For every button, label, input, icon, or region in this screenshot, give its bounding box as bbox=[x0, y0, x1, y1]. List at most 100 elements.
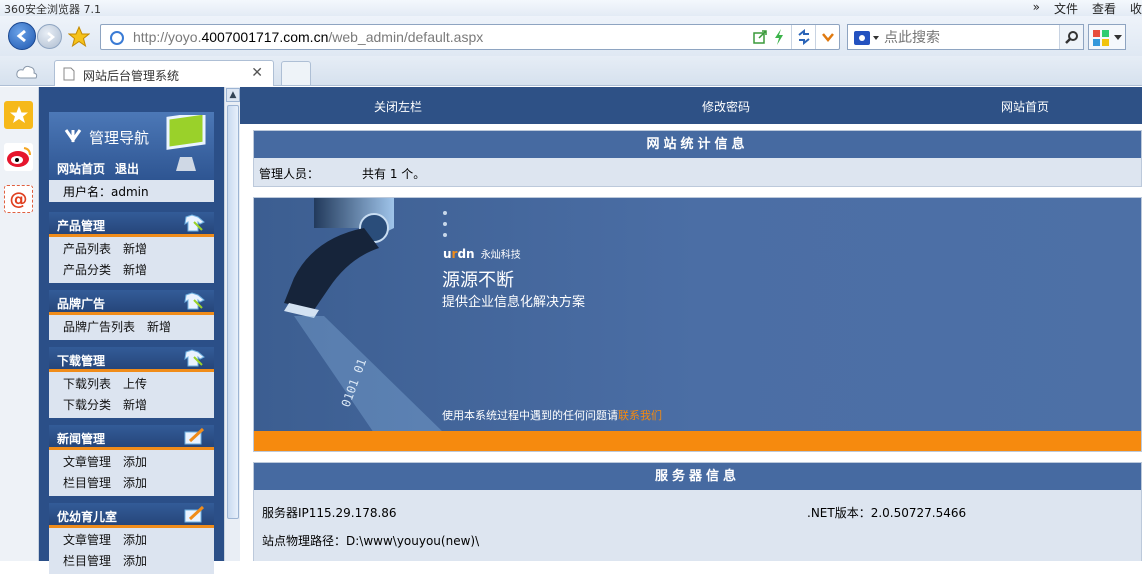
list-item: 栏目管理 添加 bbox=[49, 551, 214, 572]
list-item: 文章管理 添加 bbox=[49, 452, 214, 473]
server-ip: 服务器IP115.29.178.86 bbox=[262, 506, 397, 520]
search-box bbox=[847, 24, 1084, 50]
browser-titlebar: 360安全浏览器 7.1 » 文件 查看 收 bbox=[0, 0, 1142, 16]
group-header[interactable]: 产品管理 bbox=[49, 212, 214, 234]
parenting-article-add-link[interactable]: 添加 bbox=[123, 533, 147, 547]
nav-logout-link[interactable]: 退出 bbox=[115, 160, 139, 177]
brand-ad-list-link[interactable]: 品牌广告列表 bbox=[63, 320, 135, 334]
list-item: 下载列表 上传 bbox=[49, 374, 214, 395]
address-toolbar: http://yoyo.4007001717.com.cn/web_admin/… bbox=[0, 16, 1142, 56]
group-header[interactable]: 优幼育儿室 bbox=[49, 503, 214, 525]
top-nav: 关闭左栏 修改密码 网站首页 bbox=[240, 87, 1142, 124]
nav-group-downloads: 下载管理 下载列表 上传 下载分类 新增 bbox=[49, 347, 214, 418]
shirt-icon bbox=[184, 349, 205, 367]
left-frame-scrollbar[interactable]: ▲ bbox=[224, 87, 240, 561]
list-item: 产品分类 新增 bbox=[49, 260, 214, 281]
brand-ad-add-link[interactable]: 新增 bbox=[147, 320, 171, 334]
back-arrow-icon bbox=[16, 29, 26, 43]
star-icon bbox=[9, 106, 28, 123]
sidebar-favorites-button[interactable] bbox=[4, 101, 33, 129]
page-icon bbox=[63, 67, 75, 81]
apps-button[interactable] bbox=[1088, 24, 1126, 50]
close-tab-icon[interactable]: ✕ bbox=[251, 65, 263, 81]
new-tab-button[interactable] bbox=[281, 61, 311, 86]
stats-label: 管理人员： bbox=[259, 167, 320, 181]
news-article-link[interactable]: 文章管理 bbox=[63, 455, 111, 469]
lightning-icon[interactable] bbox=[773, 29, 785, 45]
search-engine-icon[interactable] bbox=[854, 30, 880, 46]
arrow-down-icon bbox=[64, 129, 82, 143]
stats-title: 网站统计信息 bbox=[254, 131, 1141, 158]
group-header[interactable]: 新闻管理 bbox=[49, 425, 214, 447]
magnifier-icon bbox=[1065, 31, 1078, 44]
list-item: 产品列表 新增 bbox=[49, 239, 214, 260]
favorite-star-icon[interactable] bbox=[68, 26, 90, 48]
category-add-link[interactable]: 新增 bbox=[123, 263, 147, 277]
nav-header-title: 管理导航 bbox=[89, 129, 150, 147]
news-column-link[interactable]: 栏目管理 bbox=[63, 476, 111, 490]
tab-admin[interactable]: 网站后台管理系统 ✕ bbox=[54, 60, 274, 86]
group-header[interactable]: 品牌广告 bbox=[49, 290, 214, 312]
weibo-icon bbox=[6, 147, 31, 167]
site-home-link[interactable]: 网站首页 bbox=[1001, 98, 1049, 115]
change-password-link[interactable]: 修改密码 bbox=[702, 98, 750, 115]
group-header[interactable]: 下载管理 bbox=[49, 347, 214, 369]
menu-view[interactable]: 查看 bbox=[1092, 0, 1116, 17]
nav-header: 管理导航 网站首页 退出 bbox=[49, 112, 214, 180]
back-button[interactable] bbox=[8, 22, 36, 50]
contact-us-link[interactable]: 联系我们 bbox=[618, 409, 662, 422]
note-pencil-icon bbox=[184, 427, 205, 445]
page-globe-icon bbox=[110, 31, 124, 45]
url-input[interactable]: http://yoyo.4007001717.com.cn/web_admin/… bbox=[100, 24, 840, 50]
server-title: 服务器信息 bbox=[254, 463, 1141, 490]
server-panel: 服务器信息 服务器IP115.29.178.86 .NET版本：2.0.5072… bbox=[253, 462, 1142, 561]
forward-button[interactable] bbox=[37, 24, 62, 49]
banner-help: 使用本系统过程中遇到的任何问题请联系我们 bbox=[442, 409, 662, 422]
download-category-add-link[interactable]: 新增 bbox=[123, 398, 147, 412]
stats-value: 共有 1 个。 bbox=[362, 167, 426, 181]
news-column-add-link[interactable]: 添加 bbox=[123, 476, 147, 490]
banner-slogan: 源源不断 bbox=[442, 270, 514, 291]
forward-arrow-icon bbox=[46, 31, 55, 42]
nav-home-link[interactable]: 网站首页 bbox=[57, 160, 105, 177]
at-icon: @ bbox=[9, 188, 28, 210]
nav-group-parenting: 优幼育儿室 文章管理 添加 栏目管理 添加 bbox=[49, 503, 214, 574]
upload-link[interactable]: 上传 bbox=[123, 377, 147, 391]
main-content: 关闭左栏 修改密码 网站首页 网站统计信息 管理人员： 共有 1 个。 0101… bbox=[240, 87, 1142, 561]
sidebar-mail-button[interactable]: @ bbox=[4, 185, 33, 213]
scroll-up-icon[interactable]: ▲ bbox=[226, 88, 240, 102]
product-category-link[interactable]: 产品分类 bbox=[63, 263, 111, 277]
list-item: 品牌广告列表 新增 bbox=[49, 317, 214, 338]
download-list-link[interactable]: 下载列表 bbox=[63, 377, 111, 391]
nav-group-news: 新闻管理 文章管理 添加 栏目管理 添加 bbox=[49, 425, 214, 496]
product-list-link[interactable]: 产品列表 bbox=[63, 242, 111, 256]
refresh-icon bbox=[798, 29, 810, 45]
physical-path: 站点物理路径：D:\www\youyou(new)\ bbox=[262, 534, 480, 548]
parenting-article-link[interactable]: 文章管理 bbox=[63, 533, 111, 547]
note-pencil-icon bbox=[184, 505, 205, 523]
close-left-link[interactable]: 关闭左栏 bbox=[374, 98, 422, 115]
browser-sidebar: @ bbox=[0, 87, 39, 561]
scroll-thumb[interactable] bbox=[227, 105, 239, 519]
news-article-add-link[interactable]: 添加 bbox=[123, 455, 147, 469]
parenting-column-add-link[interactable]: 添加 bbox=[123, 554, 147, 568]
refresh-button[interactable] bbox=[791, 25, 815, 49]
menu-more[interactable]: » bbox=[1033, 0, 1040, 17]
cloud-icon[interactable] bbox=[16, 64, 38, 80]
menu-favorites[interactable]: 收 bbox=[1130, 0, 1142, 17]
search-button[interactable] bbox=[1059, 25, 1083, 49]
download-category-link[interactable]: 下载分类 bbox=[63, 398, 111, 412]
parenting-column-link[interactable]: 栏目管理 bbox=[63, 554, 111, 568]
search-input[interactable] bbox=[884, 28, 1054, 46]
brand-name: 永灿科技 bbox=[480, 250, 521, 261]
username-row: 用户名：admin bbox=[49, 180, 214, 202]
share-icon[interactable] bbox=[753, 30, 767, 44]
brand-logo: urdn 永灿科技 bbox=[443, 247, 521, 261]
sidebar-weibo-button[interactable] bbox=[4, 143, 33, 171]
menu-file[interactable]: 文件 bbox=[1054, 0, 1078, 17]
welcome-banner: 0101 01 urdn 永灿科技 源源不断 提供企业信息化解决方案 使用本系统… bbox=[253, 197, 1142, 452]
list-item: 下载分类 新增 bbox=[49, 395, 214, 416]
product-add-link[interactable]: 新增 bbox=[123, 242, 147, 256]
monitor-icon bbox=[166, 115, 206, 171]
url-dropdown-button[interactable] bbox=[815, 25, 839, 49]
